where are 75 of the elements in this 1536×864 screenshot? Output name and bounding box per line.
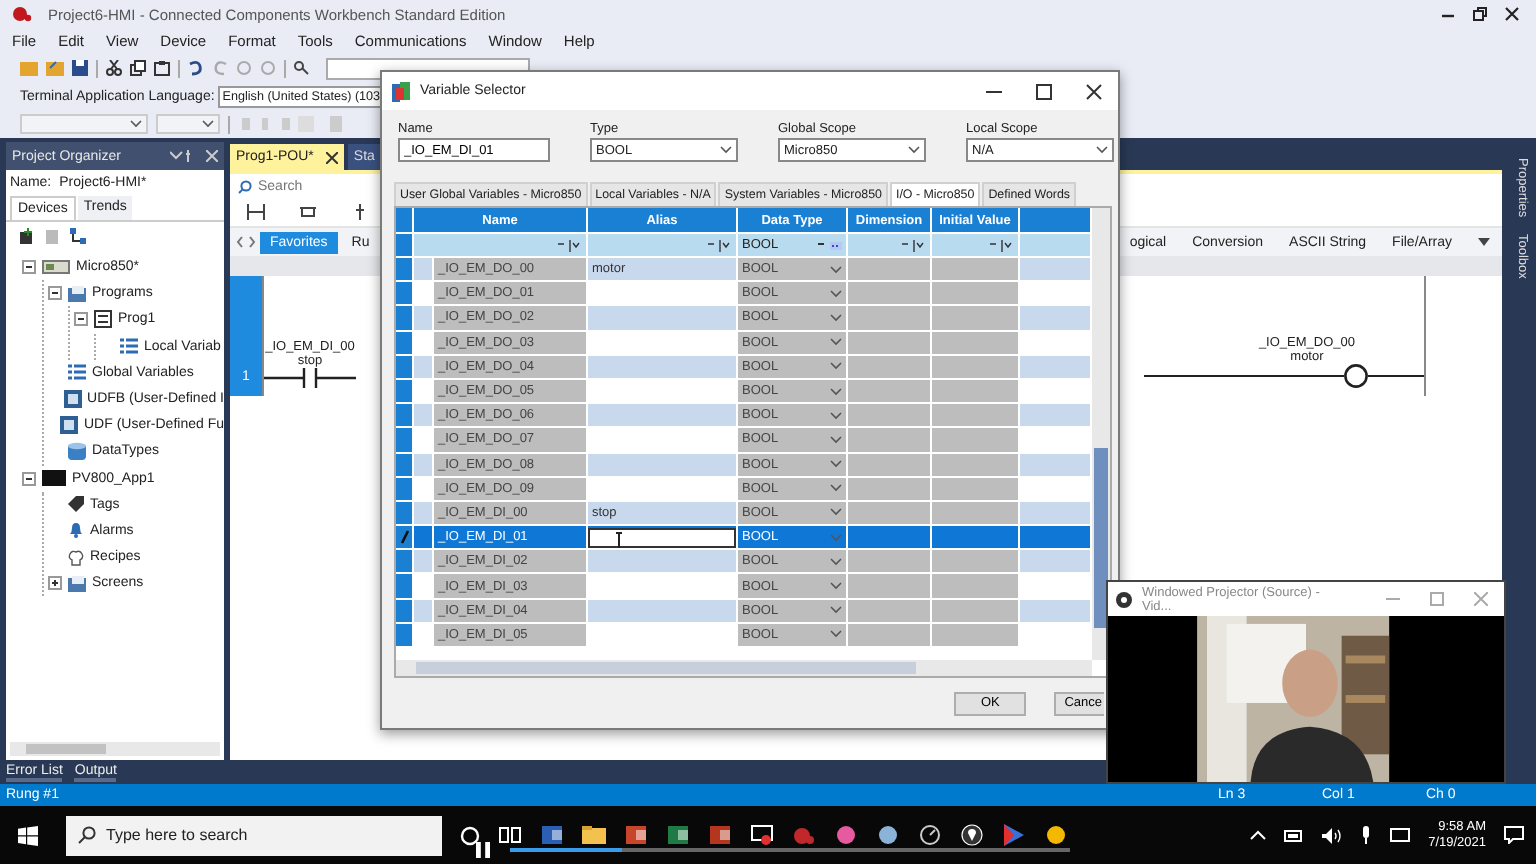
chef-hat-icon — [68, 549, 84, 566]
filter-icon[interactable] — [902, 239, 926, 251]
filter-icon[interactable] — [558, 239, 582, 251]
paste-icon[interactable] — [154, 60, 170, 76]
maximize-icon[interactable] — [1036, 83, 1052, 99]
expand-toggle[interactable] — [48, 576, 62, 591]
list-icon — [120, 338, 138, 355]
assistant-icon[interactable] — [460, 825, 480, 845]
circle-icon — [260, 60, 276, 76]
bell-icon — [68, 522, 84, 539]
close-icon[interactable] — [1086, 83, 1102, 99]
coil-symbol[interactable] — [1143, 364, 1423, 388]
scroll-arrows-icon[interactable] — [236, 236, 256, 248]
search-field[interactable]: Type here to search — [66, 815, 442, 855]
contact-symbol[interactable] — [264, 368, 356, 388]
contact-tool-icon[interactable] — [350, 204, 370, 220]
display-icon — [42, 470, 66, 487]
collapse-toggle[interactable] — [22, 260, 36, 275]
search-icon — [78, 826, 96, 844]
device-icon — [44, 228, 60, 244]
search-icon — [238, 179, 252, 193]
text-cursor-icon — [614, 531, 624, 549]
document-app-icon[interactable] — [540, 824, 564, 846]
app-logo-icon — [12, 6, 32, 22]
spreadsheet-app-icon[interactable] — [666, 824, 690, 846]
app-logo-icon — [1116, 591, 1132, 607]
add-device-icon[interactable] — [18, 228, 34, 244]
row-header[interactable] — [396, 526, 414, 549]
circle-icon — [236, 60, 252, 76]
dropdown-arrow-icon[interactable] — [1478, 238, 1490, 246]
close-icon[interactable] — [1504, 6, 1520, 22]
vertical-scrollbar[interactable] — [1092, 208, 1110, 660]
tag-icon — [68, 496, 84, 513]
horizontal-scrollbar[interactable] — [396, 660, 1092, 676]
folder-icon — [68, 575, 86, 592]
redo-icon — [212, 60, 228, 76]
collapse-toggle[interactable] — [22, 471, 36, 486]
network-icon[interactable] — [70, 228, 86, 244]
app-icon[interactable] — [708, 824, 732, 846]
notification-icon[interactable] — [1504, 826, 1524, 844]
coil-tool-icon[interactable] — [298, 204, 318, 220]
collapse-toggle[interactable] — [74, 312, 88, 327]
folder-icon[interactable] — [582, 824, 606, 846]
app-icon — [392, 81, 410, 101]
screen-app-icon[interactable] — [750, 824, 774, 846]
undo-icon[interactable] — [188, 60, 204, 76]
chevron-up-icon[interactable] — [1250, 830, 1267, 840]
speaker-icon[interactable] — [1322, 827, 1343, 843]
network-icon[interactable] — [1390, 827, 1411, 843]
gauge-icon[interactable] — [918, 824, 942, 846]
collapse-toggle[interactable] — [48, 286, 62, 301]
task-view-icon[interactable] — [498, 824, 522, 846]
play-icon[interactable] — [1002, 824, 1026, 846]
folder-icon — [68, 285, 86, 302]
restore-icon[interactable] — [1472, 6, 1488, 22]
filter-icon[interactable] — [818, 239, 842, 251]
horizontal-scrollbar[interactable] — [10, 742, 220, 756]
circle-icon[interactable] — [1044, 824, 1068, 846]
slides-app-icon[interactable] — [624, 824, 648, 846]
filter-icon[interactable] — [990, 239, 1014, 251]
microphone-icon[interactable] — [1360, 826, 1373, 844]
database-icon — [68, 442, 86, 461]
save-icon[interactable] — [72, 60, 88, 76]
branch-icon[interactable] — [246, 204, 266, 220]
copy-icon[interactable] — [130, 60, 146, 76]
cut-icon[interactable] — [106, 60, 122, 76]
close-icon[interactable] — [325, 151, 338, 163]
pencil-icon — [399, 530, 409, 545]
filter-icon[interactable] — [708, 239, 732, 251]
controller-icon — [42, 260, 70, 275]
start-icon[interactable] — [18, 825, 38, 845]
pause-icon[interactable] — [476, 842, 490, 858]
battery-icon[interactable] — [1284, 829, 1305, 841]
program-icon — [94, 310, 112, 329]
list-icon — [68, 364, 86, 381]
